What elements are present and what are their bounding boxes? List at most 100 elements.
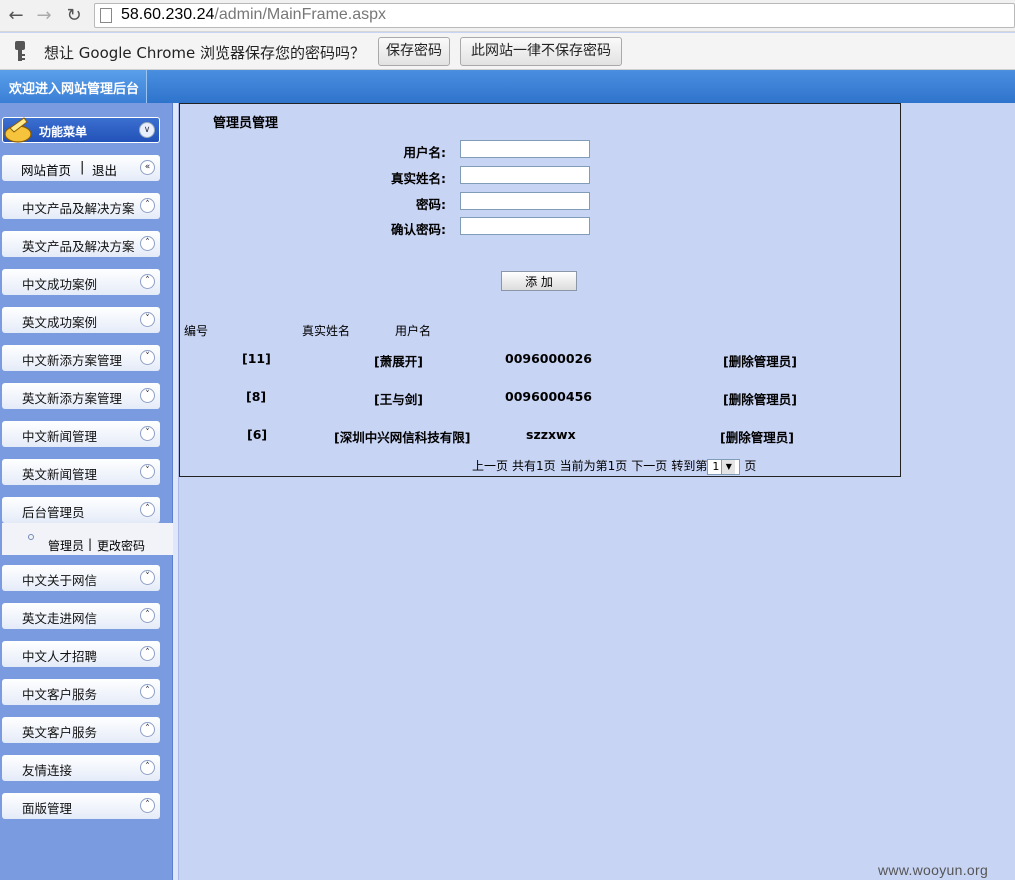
page-current: 当前为第1页 — [559, 459, 628, 473]
page-title: 管理员管理 — [213, 116, 279, 131]
sidebar-item-cn-jobs[interactable]: 中文人才招聘 ˄ — [2, 641, 160, 667]
reload-icon[interactable]: ↻ — [62, 4, 86, 28]
sidebar-item-cn-cases[interactable]: 中文成功案例 ˄ — [2, 269, 160, 295]
realname-label: 真实姓名: — [391, 171, 446, 186]
chevron-up-icon[interactable]: ˄ — [140, 274, 155, 289]
sidebar-item-label: 中文人才招聘 — [22, 649, 98, 664]
column-header-realname: 真实姓名 — [302, 324, 351, 338]
header-title-box: 欢迎进入网站管理后台 — [0, 70, 147, 103]
chevron-up-icon[interactable]: ˄ — [140, 608, 155, 623]
sidebar-item-label: 英文产品及解决方案 — [22, 239, 135, 254]
sidebar-item-cn-new-solutions[interactable]: 中文新添方案管理 ˅ — [2, 345, 160, 371]
sidebar-item-label: 友情连接 — [22, 763, 73, 778]
url-text[interactable]: 58.60.230.24/admin/MainFrame.aspx — [121, 6, 386, 24]
watermark: www.wooyun.org — [878, 862, 989, 878]
chevron-down-icon[interactable]: ˅ — [140, 350, 155, 365]
chevron-down-icon[interactable]: ˅ — [140, 426, 155, 441]
url-path: /admin/MainFrame.aspx — [214, 6, 387, 23]
sidebar-item-label: 中文客户服务 — [22, 687, 98, 702]
sidebar-item-admins[interactable]: 后台管理员 ˄ — [2, 497, 160, 523]
sidebar-item-layout[interactable]: 面版管理 ˄ — [2, 793, 160, 819]
chevron-up-icon[interactable]: ˄ — [140, 236, 155, 251]
sidebar-item-en-products[interactable]: 英文产品及解决方案 ˄ — [2, 231, 160, 257]
logout-link[interactable]: 退出 — [92, 160, 117, 179]
sidebar-item-label: 英文客户服务 — [22, 725, 98, 740]
menu-header[interactable]: 功能菜单 ∨ — [2, 117, 160, 143]
forward-icon[interactable]: → — [32, 4, 56, 28]
column-header-username: 用户名 — [395, 324, 432, 338]
password-input[interactable] — [460, 192, 590, 210]
menu-header-label: 功能菜单 — [39, 125, 88, 139]
submenu-admin-link[interactable]: 管理员 — [48, 537, 84, 554]
chevron-up-icon[interactable]: ˄ — [140, 646, 155, 661]
sidebar-item-cn-service[interactable]: 中文客户服务 ˄ — [2, 679, 160, 705]
browser-toolbar: ← → ↻ 58.60.230.24/admin/MainFrame.aspx — [0, 0, 1015, 32]
sidebar-item-label: 后台管理员 — [22, 505, 85, 520]
key-icon — [15, 41, 25, 61]
header-title: 欢迎进入网站管理后台 — [9, 82, 140, 97]
chevron-down-icon[interactable]: ˅ — [140, 312, 155, 327]
column-header-id: 编号 — [184, 324, 209, 338]
back-icon[interactable]: ← — [4, 4, 28, 28]
address-bar[interactable]: 58.60.230.24/admin/MainFrame.aspx — [94, 3, 1015, 28]
page-select[interactable]: 1 ▼ — [707, 458, 741, 475]
sidebar-item-en-service[interactable]: 英文客户服务 ˄ — [2, 717, 160, 743]
add-button[interactable]: 添 加 — [501, 271, 577, 291]
chevron-down-icon[interactable]: ˅ — [140, 570, 155, 585]
row-id: [11] — [242, 351, 271, 366]
delete-admin-link[interactable]: [删除管理员] — [723, 389, 797, 408]
sidebar-item-label: 中文成功案例 — [22, 277, 98, 292]
chevron-up-icon[interactable]: ˄ — [140, 798, 155, 813]
menu-header-icon — [4, 117, 32, 143]
prev-page-link[interactable]: 上一页 — [472, 459, 508, 473]
collapse-icon[interactable]: ∨ — [139, 122, 155, 138]
site-header: 欢迎进入网站管理后台 — [0, 70, 1015, 103]
confirm-password-label: 确认密码: — [391, 222, 446, 237]
submenu-change-password-link[interactable]: 更改密码 — [97, 537, 145, 554]
sidebar-item-cn-products[interactable]: 中文产品及解决方案 ˄ — [2, 193, 160, 219]
sidebar-item-en-about[interactable]: 英文走进网信 ˄ — [2, 603, 160, 629]
chevron-down-icon[interactable]: ˅ — [140, 388, 155, 403]
sidebar-item-en-new-solutions[interactable]: 英文新添方案管理 ˅ — [2, 383, 160, 409]
sidebar-item-en-news[interactable]: 英文新闻管理 ˅ — [2, 459, 160, 485]
separator: | — [80, 160, 85, 175]
admin-submenu: 管理员 | 更改密码 — [2, 523, 173, 555]
goto-label: 转到第 — [671, 459, 708, 473]
sidebar-item-links[interactable]: 友情连接 ˄ — [2, 755, 160, 781]
row-username: 0096000026 — [505, 351, 592, 366]
sidebar-item-cn-about[interactable]: 中文关于网信 ˅ — [2, 565, 160, 591]
sidebar-item-label: 面版管理 — [22, 801, 73, 816]
chevron-up-icon[interactable]: ˄ — [140, 502, 155, 517]
sidebar-item-label: 中文新闻管理 — [22, 429, 98, 444]
admin-management-panel: 管理员管理 用户名: 真实姓名: 密码: 确认密码: 添 加 编号 真实姓名 用… — [179, 103, 901, 477]
chevron-up-icon[interactable]: ˄ — [140, 198, 155, 213]
separator: | — [88, 537, 93, 551]
realname-input[interactable] — [460, 166, 590, 184]
home-link[interactable]: 网站首页 — [21, 160, 71, 179]
sidebar-item-label: 中文关于网信 — [22, 573, 98, 588]
chevron-up-icon[interactable]: ˄ — [140, 722, 155, 737]
sidebar: 功能菜单 ∨ 网站首页 | 退出 « 中文产品及解决方案 ˄ 英文产品及解决方案… — [0, 103, 173, 880]
page-icon — [100, 8, 112, 23]
confirm-password-input[interactable] — [460, 217, 590, 235]
chevron-up-icon[interactable]: ˄ — [140, 760, 155, 775]
password-infobar: 想让 Google Chrome 浏览器保存您的密码吗？ 保存密码 此网站一律不… — [0, 33, 1015, 70]
never-save-password-button[interactable]: 此网站一律不保存密码 — [460, 37, 622, 66]
username-input[interactable] — [460, 140, 590, 158]
sidebar-item-en-cases[interactable]: 英文成功案例 ˅ — [2, 307, 160, 333]
page-unit: 页 — [744, 459, 757, 473]
next-page-link[interactable]: 下一页 — [631, 459, 667, 473]
page-select-value: 1 — [712, 459, 720, 473]
sidebar-item-cn-news[interactable]: 中文新闻管理 ˅ — [2, 421, 160, 447]
chevron-down-icon[interactable]: ▼ — [721, 459, 736, 474]
save-password-button[interactable]: 保存密码 — [378, 37, 450, 66]
chevron-up-icon[interactable]: ˄ — [140, 684, 155, 699]
row-realname: [王与剑] — [374, 392, 423, 407]
delete-admin-link[interactable]: [删除管理员] — [720, 427, 794, 446]
row-id: [6] — [247, 427, 268, 442]
chevron-down-icon[interactable]: ˅ — [140, 464, 155, 479]
row-realname: [深圳中兴网信科技有限] — [334, 430, 471, 445]
chevron-left-icon[interactable]: « — [140, 160, 155, 175]
sidebar-item-label: 英文新闻管理 — [22, 467, 98, 482]
delete-admin-link[interactable]: [删除管理员] — [723, 351, 797, 370]
